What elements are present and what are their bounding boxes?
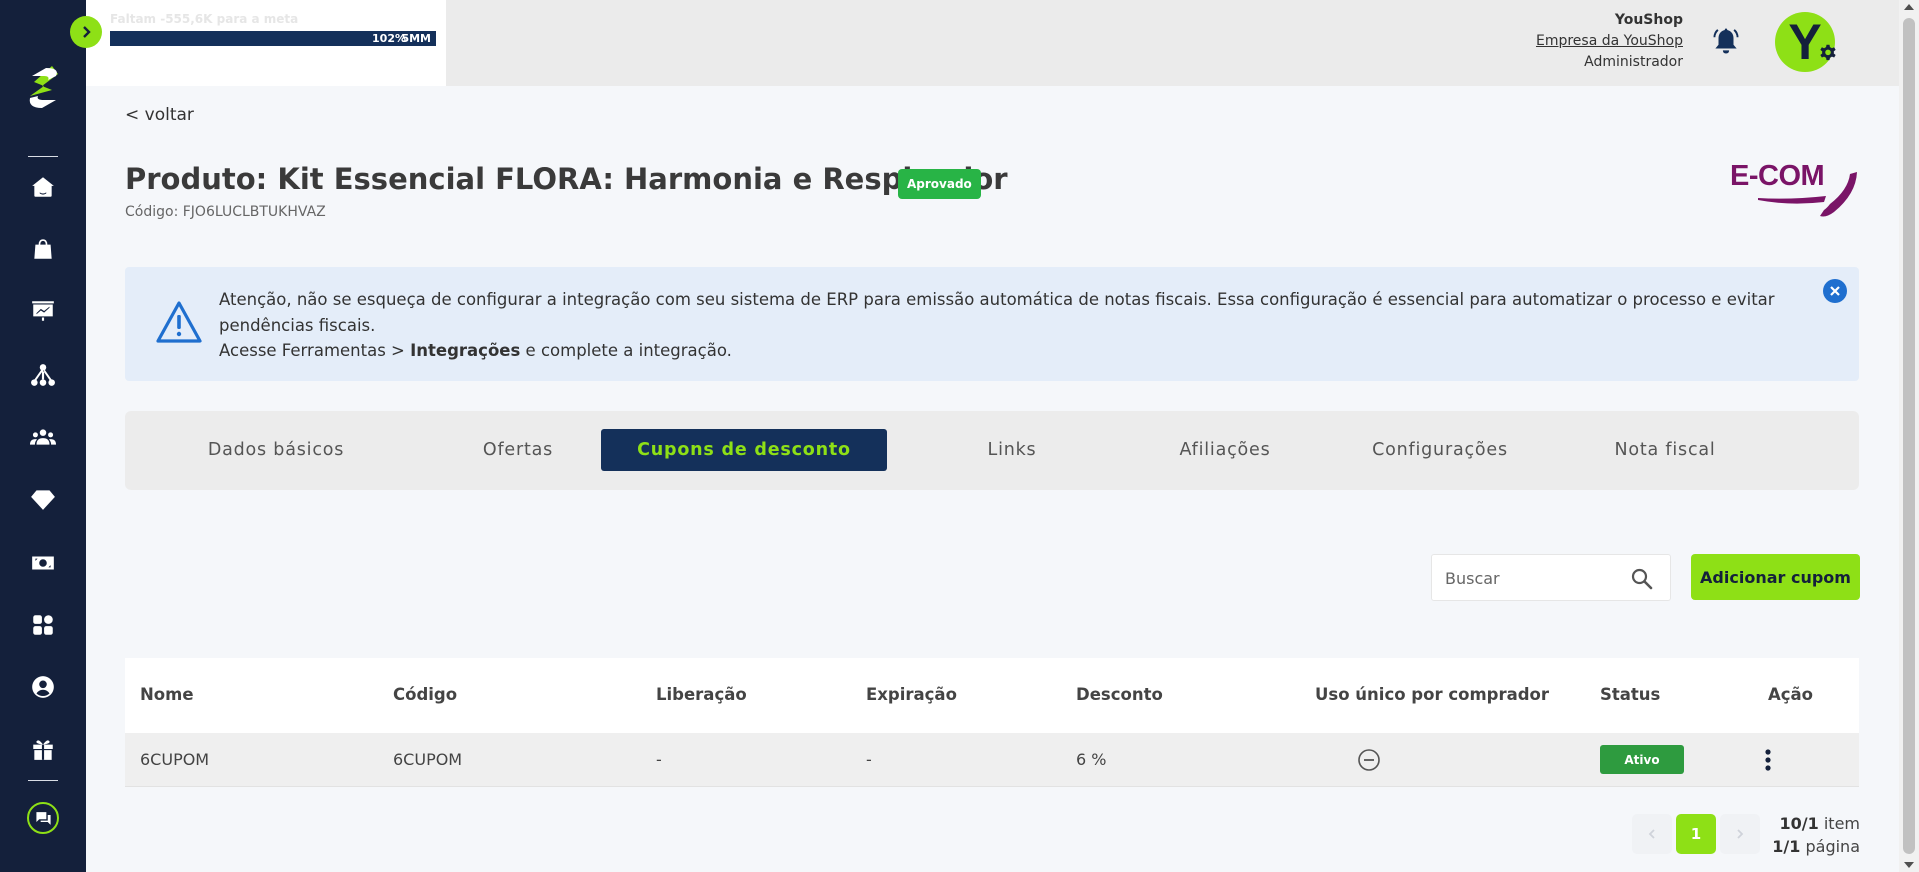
alert-line-1: Atenção, não se esqueça de configurar a …	[219, 290, 1775, 335]
goal-text: Faltam -555,6K para a meta	[110, 12, 299, 26]
brand-logo: E-COM	[1730, 160, 1860, 222]
alert-message: Atenção, não se esqueça de configurar a …	[219, 287, 1809, 364]
sidebar-divider	[28, 780, 58, 781]
team-icon[interactable]	[28, 422, 58, 452]
column-header-liberacao[interactable]: Liberação	[656, 685, 747, 704]
cell-desconto: 6 %	[1076, 750, 1107, 769]
pagination-page-button[interactable]: 1	[1676, 814, 1716, 854]
cell-codigo: 6CUPOM	[393, 750, 463, 769]
add-coupon-button[interactable]: Adicionar cupom	[1691, 554, 1860, 600]
top-header: YouShop Empresa da YouShop Administrador…	[446, 0, 1899, 86]
shopping-bag-icon[interactable]	[28, 234, 58, 264]
tab-ofertas[interactable]: Ofertas	[438, 429, 598, 471]
chevron-right-icon	[83, 26, 91, 38]
search-input[interactable]	[1445, 565, 1625, 591]
gift-icon[interactable]	[28, 734, 58, 764]
sidebar	[0, 0, 86, 872]
sales-goal-panel: Faltam -555,6K para a meta 102% 5MM	[86, 0, 446, 86]
table-row[interactable]: 6CUPOM 6CUPOM - - 6 % Ativo	[125, 733, 1859, 787]
alert-line-2: Acesse Ferramentas > Integrações e compl…	[219, 338, 1809, 364]
items-label: item	[1818, 814, 1860, 833]
user-info: YouShop Empresa da YouShop Administrador	[1536, 10, 1683, 73]
status-badge: Ativo	[1600, 745, 1684, 774]
page-scrollbar[interactable]	[1899, 0, 1919, 872]
notification-bell-icon[interactable]	[1711, 26, 1741, 56]
coupons-table: Nome Código Liberação Expiração Desconto…	[125, 658, 1859, 787]
sidebar-toggle-button[interactable]	[70, 16, 102, 48]
apps-grid-icon[interactable]	[28, 610, 58, 640]
back-link[interactable]: < voltar	[125, 105, 194, 125]
home-icon[interactable]	[28, 172, 58, 202]
gear-icon[interactable]	[1819, 44, 1837, 62]
goal-progress-bar: 102% 5MM	[110, 31, 436, 46]
user-role: Administrador	[1584, 54, 1683, 70]
erp-integration-alert: Atenção, não se esqueça de configurar a …	[125, 267, 1859, 381]
pagination-pages: 1/1 página	[1772, 835, 1860, 858]
column-header-expiracao[interactable]: Expiração	[866, 685, 957, 704]
column-header-codigo[interactable]: Código	[393, 685, 457, 704]
avatar[interactable]: Y	[1775, 12, 1835, 72]
tab-dados-basicos[interactable]: Dados básicos	[165, 429, 387, 471]
sidebar-divider	[28, 156, 58, 157]
chevron-left-icon	[1648, 829, 1655, 839]
pagination-prev-button[interactable]	[1632, 814, 1672, 854]
warning-icon	[156, 301, 202, 343]
alert-line-2-prefix: Acesse Ferramentas >	[219, 341, 411, 360]
shop-name: YouShop	[1614, 12, 1683, 28]
pagination-items: 10/1 item	[1772, 812, 1860, 835]
tab-configuracoes[interactable]: Configurações	[1345, 429, 1535, 471]
column-header-nome[interactable]: Nome	[140, 685, 194, 704]
goal-target: 5MM	[401, 32, 431, 45]
minus-circle-icon	[1358, 749, 1380, 771]
user-circle-icon[interactable]	[28, 672, 58, 702]
tab-links[interactable]: Links	[947, 429, 1077, 471]
search-icon[interactable]	[1630, 567, 1654, 591]
cell-nome: 6CUPOM	[140, 750, 210, 769]
more-vertical-icon[interactable]	[1760, 747, 1776, 773]
status-badge: Aprovado	[898, 169, 981, 199]
chevron-right-icon	[1737, 829, 1744, 839]
alert-line-2-suffix: e complete a integração.	[520, 341, 732, 360]
scroll-up-icon[interactable]	[1904, 4, 1914, 10]
integrations-link[interactable]: Integrações	[410, 341, 520, 360]
chat-icon[interactable]	[27, 802, 59, 834]
pages-count: 1/1	[1772, 837, 1801, 856]
scrollbar-thumb[interactable]	[1903, 18, 1915, 854]
presentation-chart-icon[interactable]	[28, 296, 58, 326]
scroll-down-icon[interactable]	[1904, 862, 1914, 868]
affiliate-network-icon[interactable]	[28, 360, 58, 390]
search-box	[1431, 554, 1671, 601]
product-tabs: Dados básicos Ofertas Cupons de desconto…	[125, 411, 1859, 490]
tab-afiliacoes[interactable]: Afiliações	[1145, 429, 1305, 471]
column-header-status[interactable]: Status	[1600, 685, 1660, 704]
pagination-info: 10/1 item 1/1 página	[1772, 812, 1860, 858]
pagination-next-button[interactable]	[1720, 814, 1760, 854]
pages-label: página	[1800, 837, 1860, 856]
items-count: 10/1	[1779, 814, 1819, 833]
page-title: Produto: Kit Essencial FLORA: Harmonia e…	[125, 162, 1008, 196]
money-icon[interactable]	[28, 548, 58, 578]
column-header-acao: Ação	[1768, 685, 1814, 704]
close-alert-button[interactable]	[1823, 279, 1847, 303]
cell-expiracao: -	[866, 750, 872, 769]
close-icon	[1830, 286, 1840, 296]
table-header: Nome Código Liberação Expiração Desconto…	[125, 658, 1859, 733]
column-header-uso-unico[interactable]: Uso único por comprador	[1315, 685, 1549, 704]
tab-nota-fiscal[interactable]: Nota fiscal	[1585, 429, 1745, 471]
diamond-icon[interactable]	[28, 484, 58, 514]
tab-cupons-de-desconto[interactable]: Cupons de desconto	[601, 429, 887, 471]
product-code: Código: FJO6LUCLBTUKHVAZ	[125, 204, 326, 220]
column-header-desconto[interactable]: Desconto	[1076, 685, 1163, 704]
company-link[interactable]: Empresa da YouShop	[1536, 31, 1683, 52]
cell-liberacao: -	[656, 750, 662, 769]
app-logo-icon[interactable]	[22, 64, 64, 112]
brand-swoosh-icon	[1758, 172, 1857, 217]
